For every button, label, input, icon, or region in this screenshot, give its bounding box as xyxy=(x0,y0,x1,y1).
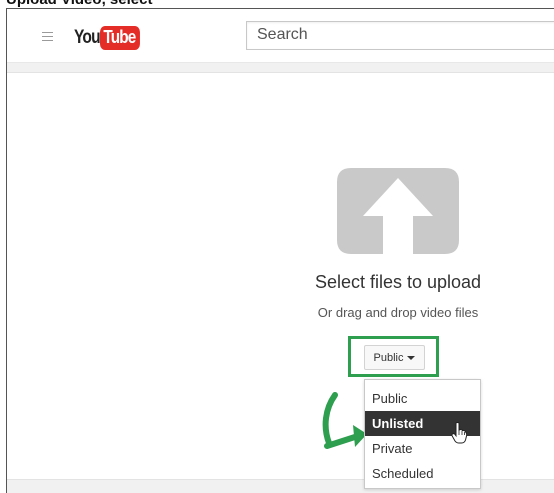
masthead: You Tube Search xyxy=(7,9,554,63)
menu-item-public[interactable]: Public xyxy=(365,386,480,411)
upload-subtitle: Or drag and drop video files xyxy=(317,305,479,320)
search-input[interactable]: Search xyxy=(246,21,554,50)
menu-item-scheduled[interactable]: Scheduled xyxy=(365,461,480,486)
menu-icon[interactable] xyxy=(42,32,53,41)
caret-down-icon xyxy=(407,355,416,360)
logo-tube-badge: Tube xyxy=(100,26,141,50)
upload-title[interactable]: Select files to upload xyxy=(233,272,554,293)
logo-you-text: You xyxy=(74,27,101,48)
browser-frame: You Tube Search Select files to upload O… xyxy=(6,8,554,493)
privacy-button-label: Public xyxy=(373,351,404,364)
hand-cursor-icon xyxy=(451,422,467,444)
upload-panel: Select files to upload Or drag and drop … xyxy=(7,72,554,489)
curved-arrow-icon xyxy=(322,392,367,449)
privacy-dropdown-button[interactable]: Public xyxy=(364,345,425,370)
caption-fragment: Upload Video, select xyxy=(6,0,152,8)
screenshot: Upload Video, select You Tube Search Sel… xyxy=(0,0,554,493)
upload-arrow-icon[interactable] xyxy=(337,168,459,254)
youtube-logo[interactable]: You Tube xyxy=(74,26,147,50)
caption-strip: Upload Video, select xyxy=(0,0,554,8)
